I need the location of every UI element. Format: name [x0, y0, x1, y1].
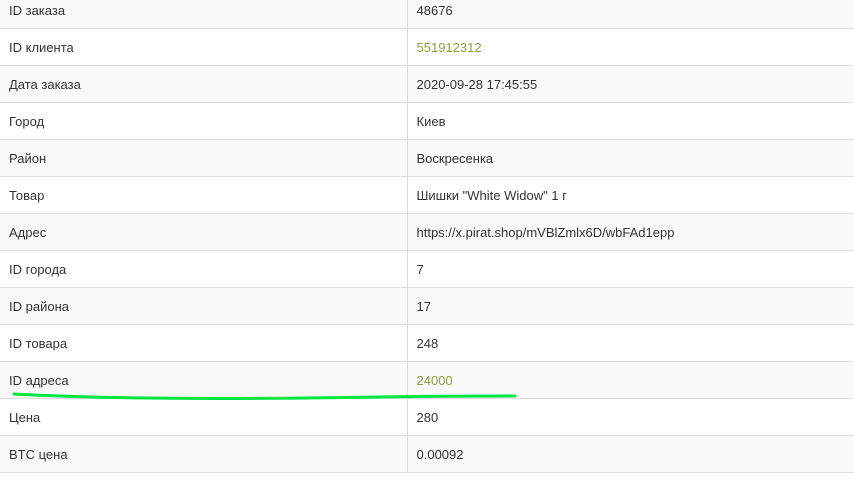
- client-id-link[interactable]: 551912312: [417, 40, 482, 55]
- order-date-value: 2020-09-28 17:45:55: [406, 65, 854, 103]
- row-product-id: ID товара 248: [0, 324, 854, 362]
- btc-price-value: 0.00092: [406, 435, 854, 473]
- row-address-id: ID адреса 24000: [0, 361, 854, 399]
- row-city-id: ID города 7: [0, 250, 854, 288]
- city-id-value: 7: [406, 250, 854, 288]
- row-order-date: Дата заказа 2020-09-28 17:45:55: [0, 65, 854, 103]
- order-details-table: ID заказа 48676 ID клиента 551912312 Дат…: [0, 0, 854, 473]
- order-id-value: 48676: [406, 0, 854, 29]
- address-id-label: ID адреса: [0, 361, 407, 399]
- client-id-cell: 551912312: [406, 28, 854, 66]
- city-id-label: ID города: [0, 250, 407, 288]
- row-district: Район Воскресенка: [0, 139, 854, 177]
- district-label: Район: [0, 139, 407, 177]
- address-id-link[interactable]: 24000: [417, 373, 453, 388]
- product-id-label: ID товара: [0, 324, 407, 362]
- row-price: Цена 280: [0, 398, 854, 436]
- row-client-id: ID клиента 551912312: [0, 28, 854, 66]
- client-id-label: ID клиента: [0, 28, 407, 66]
- city-label: Город: [0, 102, 407, 140]
- row-order-id: ID заказа 48676: [0, 0, 854, 29]
- product-id-value: 248: [406, 324, 854, 362]
- btc-price-label: BTC цена: [0, 435, 407, 473]
- product-label: Товар: [0, 176, 407, 214]
- product-value: Шишки "White Widow" 1 г: [406, 176, 854, 214]
- district-id-label: ID района: [0, 287, 407, 325]
- district-id-value: 17: [406, 287, 854, 325]
- order-id-label: ID заказа: [0, 0, 407, 29]
- address-id-cell: 24000: [406, 361, 854, 399]
- price-label: Цена: [0, 398, 407, 436]
- city-value: Киев: [406, 102, 854, 140]
- row-product: Товар Шишки "White Widow" 1 г: [0, 176, 854, 214]
- address-value: https://x.pirat.shop/mVBlZmlx6D/wbFAd1ep…: [406, 213, 854, 251]
- district-value: Воскресенка: [406, 139, 854, 177]
- row-btc-price: BTC цена 0.00092: [0, 435, 854, 473]
- row-address: Адрес https://x.pirat.shop/mVBlZmlx6D/wb…: [0, 213, 854, 251]
- order-date-label: Дата заказа: [0, 65, 407, 103]
- price-value: 280: [406, 398, 854, 436]
- address-label: Адрес: [0, 213, 407, 251]
- row-district-id: ID района 17: [0, 287, 854, 325]
- row-city: Город Киев: [0, 102, 854, 140]
